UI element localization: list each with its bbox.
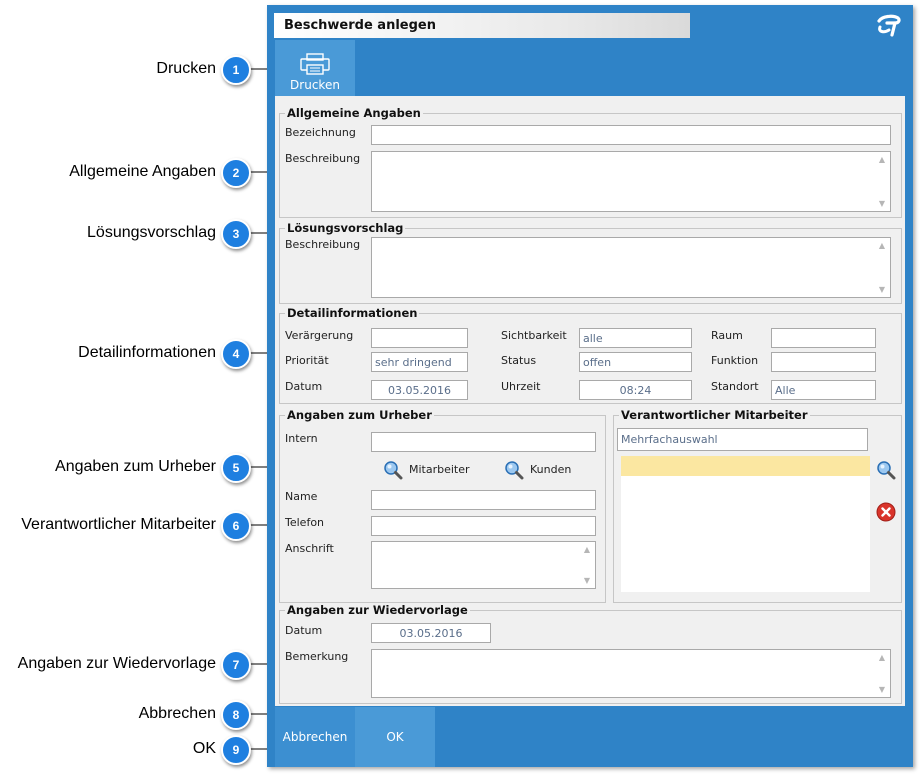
- anschrift-label: Anschrift: [285, 542, 334, 555]
- delete-icon: [876, 502, 896, 522]
- callout-label-5: Angaben zum Urheber: [55, 458, 216, 475]
- callout-badge-5: 5: [221, 453, 251, 483]
- responsible-list-selected-row[interactable]: [621, 456, 870, 476]
- anschrift-textarea[interactable]: ▲ ▼: [371, 541, 596, 589]
- callout-badge-8: 8: [221, 700, 251, 730]
- telefon-input[interactable]: [371, 516, 596, 536]
- raum-input[interactable]: [771, 328, 876, 348]
- standort-label: Standort: [711, 380, 759, 393]
- kunden-search-label: Kunden: [530, 463, 572, 476]
- status-label: Status: [501, 354, 537, 367]
- selection-mode-input[interactable]: [617, 428, 868, 451]
- beschreibung-scrollbar[interactable]: ▲ ▼: [875, 153, 889, 210]
- search-icon: [505, 461, 524, 480]
- callout-label-8: Abbrechen: [138, 705, 216, 722]
- app-logo-icon: [873, 13, 903, 39]
- callout-badge-1: 1: [221, 55, 251, 85]
- datum-label: Datum: [285, 380, 323, 393]
- cancel-button[interactable]: Abbrechen: [275, 707, 355, 767]
- solution-legend: Lösungsvorschlag: [287, 221, 404, 235]
- callout-badge-2: 2: [221, 158, 251, 188]
- print-button-label: Drucken: [290, 78, 340, 92]
- telefon-label: Telefon: [285, 516, 325, 529]
- verargerung-input[interactable]: [371, 328, 468, 348]
- bemerkung-label: Bemerkung: [285, 650, 349, 663]
- beschreibung-label: Beschreibung: [285, 152, 361, 165]
- print-button[interactable]: Drucken: [275, 40, 355, 98]
- prioritat-input[interactable]: [371, 352, 468, 372]
- callout-badge-6: 6: [221, 511, 251, 541]
- standort-input[interactable]: [771, 380, 876, 400]
- responsible-delete-button[interactable]: [876, 502, 896, 526]
- raum-label: Raum: [711, 329, 743, 342]
- intern-input[interactable]: [371, 432, 596, 452]
- originator-legend: Angaben zum Urheber: [287, 408, 432, 422]
- form-panel: Allgemeine Angaben Bezeichnung Beschreib…: [275, 96, 905, 706]
- intern-label: Intern: [285, 432, 318, 445]
- details-legend: Detailinformationen: [287, 306, 418, 320]
- responsible-list[interactable]: [621, 456, 870, 592]
- responsible-search-button[interactable]: [876, 460, 896, 484]
- datum-input[interactable]: [371, 380, 468, 400]
- kunden-search-button[interactable]: Kunden: [504, 460, 571, 480]
- sichtbarkeit-label: Sichtbarkeit: [501, 329, 567, 342]
- bemerkung-textarea[interactable]: ▲ ▼: [371, 649, 891, 698]
- callout-label-3: Lösungsvorschlag: [87, 224, 216, 241]
- solution-beschreibung-textarea[interactable]: ▲ ▼: [371, 237, 891, 298]
- solution-scrollbar[interactable]: ▲ ▼: [875, 239, 889, 296]
- bezeichnung-label: Bezeichnung: [285, 126, 356, 139]
- mitarbeiter-search-label: Mitarbeiter: [409, 463, 470, 476]
- window-title: Beschwerde anlegen: [274, 13, 690, 38]
- name-input[interactable]: [371, 490, 596, 510]
- callout-badge-4: 4: [221, 339, 251, 369]
- bemerkung-scrollbar[interactable]: ▲ ▼: [875, 651, 889, 696]
- search-icon: [877, 461, 896, 480]
- resubmission-datum-input[interactable]: [371, 623, 491, 643]
- callout-badge-7: 7: [221, 650, 251, 680]
- uhrzeit-input[interactable]: [579, 380, 692, 400]
- uhrzeit-label: Uhrzeit: [501, 380, 541, 393]
- responsible-legend: Verantwortlicher Mitarbeiter: [621, 408, 808, 422]
- callout-label-1: Drucken: [156, 60, 216, 77]
- prioritat-label: Priorität: [285, 354, 329, 367]
- ok-button[interactable]: OK: [355, 707, 435, 767]
- anschrift-scrollbar[interactable]: ▲ ▼: [580, 543, 594, 587]
- callout-label-9: OK: [192, 740, 216, 757]
- callout-label-4: Detailinformationen: [78, 344, 216, 361]
- callout-badge-3: 3: [221, 219, 251, 249]
- general-legend: Allgemeine Angaben: [287, 106, 421, 120]
- callout-label-6: Verantwortlicher Mitarbeiter: [21, 516, 216, 533]
- resubmission-legend: Angaben zur Wiedervorlage: [287, 603, 468, 617]
- solution-beschreibung-label: Beschreibung: [285, 238, 361, 251]
- bezeichnung-input[interactable]: [371, 125, 891, 145]
- callout-badge-9: 9: [221, 735, 251, 765]
- search-icon: [384, 461, 403, 480]
- name-label: Name: [285, 490, 318, 503]
- verargerung-label: Verärgerung: [285, 329, 354, 342]
- funktion-label: Funktion: [711, 354, 759, 367]
- sichtbarkeit-input[interactable]: [579, 328, 692, 348]
- dialog-window: Beschwerde anlegen Drucken Allgemeine An…: [267, 5, 913, 767]
- callout-label-2: Allgemeine Angaben: [69, 163, 216, 180]
- funktion-input[interactable]: [771, 352, 876, 372]
- beschreibung-textarea[interactable]: ▲ ▼: [371, 151, 891, 212]
- callout-label-7: Angaben zur Wiedervorlage: [17, 655, 216, 672]
- status-input[interactable]: [579, 352, 692, 372]
- mitarbeiter-search-button[interactable]: Mitarbeiter: [383, 460, 470, 480]
- printer-icon: [300, 53, 330, 75]
- resubmission-datum-label: Datum: [285, 624, 323, 637]
